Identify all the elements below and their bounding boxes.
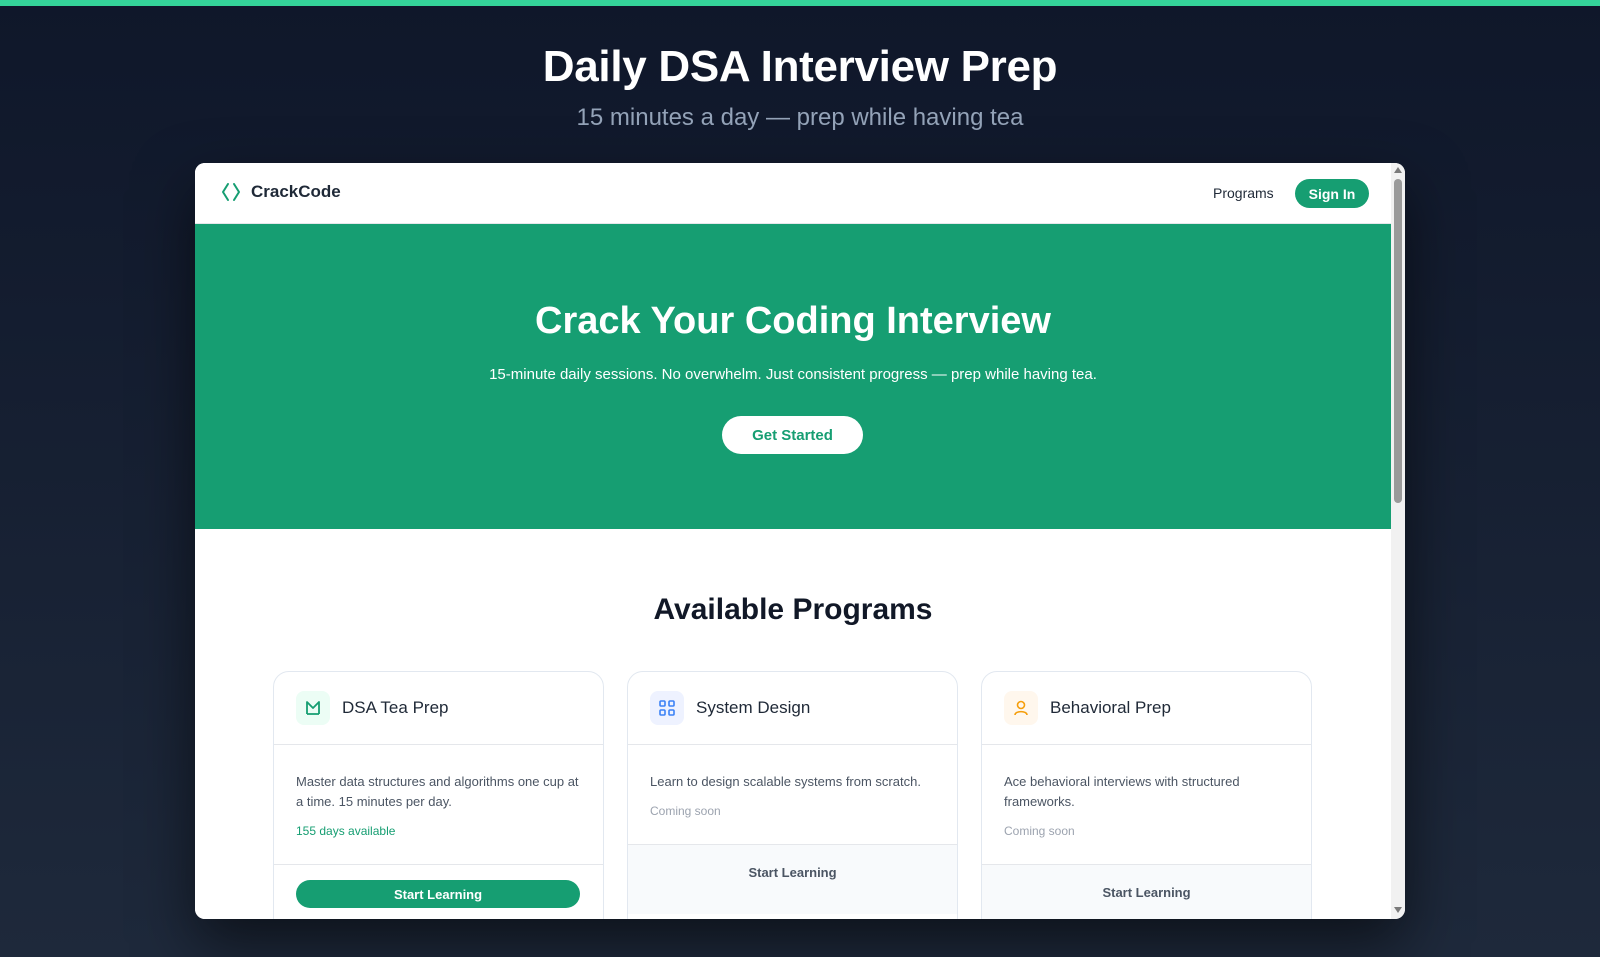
get-started-button[interactable]: Get Started <box>722 416 863 454</box>
page-subtitle: 15 minutes a day — prep while having tea <box>576 104 1024 131</box>
card-title: DSA Tea Prep <box>342 698 449 717</box>
scroll-down-arrow-icon[interactable] <box>1394 907 1402 913</box>
card-header: System Design <box>628 672 957 745</box>
hero-banner: Crack Your Coding Interview 15-minute da… <box>195 224 1391 529</box>
chart-icon <box>296 691 330 725</box>
card-footer: Start Learning <box>274 864 603 919</box>
site-viewport: CrackCode Programs Sign In Crack Your Co… <box>195 163 1391 919</box>
nav-link-programs[interactable]: Programs <box>1213 185 1274 201</box>
program-card-behavioral: Behavioral Prep Ace behavioral interview… <box>981 671 1312 919</box>
scrollbar-thumb[interactable] <box>1394 179 1402 503</box>
page-title: Daily DSA Interview Prep <box>542 42 1058 91</box>
architecture-icon <box>650 691 684 725</box>
hero-subtitle: 15-minute daily sessions. No overwhelm. … <box>489 366 1097 383</box>
card-status: Coming soon <box>1004 824 1075 838</box>
brand-name: CrackCode <box>251 182 341 201</box>
card-status: Coming soon <box>650 804 721 818</box>
person-icon <box>1004 691 1038 725</box>
scroll-up-arrow-icon[interactable] <box>1394 167 1402 173</box>
card-header: Behavioral Prep <box>982 672 1311 745</box>
start-learning-button[interactable]: Start Learning <box>296 880 580 908</box>
card-description: Learn to design scalable systems from sc… <box>650 774 921 789</box>
code-brackets-icon <box>221 181 241 203</box>
card-title: Behavioral Prep <box>1050 698 1171 717</box>
browser-frame: CrackCode Programs Sign In Crack Your Co… <box>195 163 1405 919</box>
card-header: DSA Tea Prep <box>274 672 603 745</box>
start-learning-button[interactable]: Start Learning <box>982 885 1311 900</box>
brand[interactable]: CrackCode <box>221 181 341 203</box>
hero-title: Crack Your Coding Interview <box>535 300 1051 342</box>
program-card-dsa: DSA Tea Prep Master data structures and … <box>273 671 604 919</box>
card-description: Ace behavioral interviews with structure… <box>1004 774 1240 809</box>
navbar: CrackCode Programs Sign In <box>195 163 1391 224</box>
programs-heading: Available Programs <box>653 593 933 626</box>
program-card-system-design: System Design Learn to design scalable s… <box>627 671 958 919</box>
sign-in-button[interactable]: Sign In <box>1295 179 1369 208</box>
card-title: System Design <box>696 698 811 717</box>
card-footer: Start Learning <box>628 844 957 914</box>
start-learning-button[interactable]: Start Learning <box>628 865 957 880</box>
card-description: Master data structures and algorithms on… <box>296 774 579 809</box>
card-footer: Start Learning <box>982 864 1311 919</box>
top-accent-bar <box>0 0 1600 6</box>
card-availability: 155 days available <box>296 824 396 838</box>
scrollbar[interactable] <box>1391 163 1405 919</box>
